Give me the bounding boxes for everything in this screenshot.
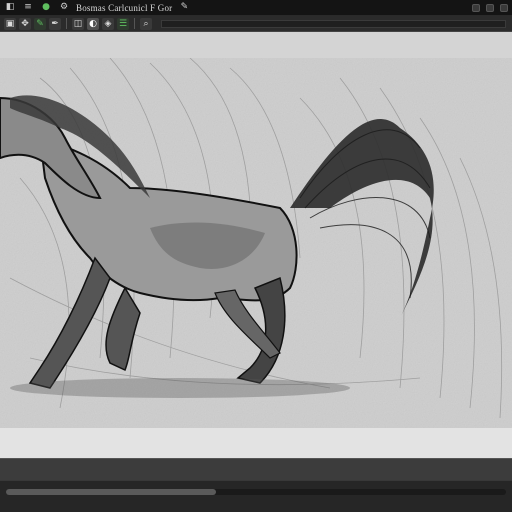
pen-tool-icon[interactable]: ✒ — [49, 17, 61, 30]
minimize-button[interactable] — [472, 3, 480, 12]
brush-icon[interactable]: ✎ — [178, 2, 190, 13]
toolbar-separator — [134, 18, 135, 29]
zoom-tool-icon[interactable]: ⌕ — [140, 17, 152, 30]
sketch-artwork — [0, 58, 512, 428]
options-bar — [161, 19, 506, 28]
color-tool-icon[interactable]: ◐ — [87, 17, 99, 30]
toolbar: ▣ ✥ ✎ ✒ ◫ ◐ ◈ ☰ ⌕ — [0, 16, 512, 32]
layer-tool-icon[interactable]: ☰ — [117, 17, 129, 30]
menu-icon[interactable]: ≡ — [22, 2, 34, 13]
eraser-tool-icon[interactable]: ◫ — [72, 17, 84, 30]
bottom-panel — [0, 480, 512, 512]
drawing-canvas[interactable] — [0, 58, 512, 428]
menubar: ◧ ≡ ● ⚙ Bosmas Carlcunicl F Gor ✎ — [0, 0, 512, 16]
horizontal-scrollbar-thumb[interactable] — [6, 489, 216, 495]
select-tool-icon[interactable]: ▣ — [4, 17, 16, 30]
canvas-bottom-margin — [0, 428, 512, 458]
toolbar-separator — [66, 18, 67, 29]
close-button[interactable] — [500, 3, 508, 12]
green-icon[interactable]: ● — [40, 2, 52, 13]
app-icon[interactable]: ◧ — [4, 2, 16, 13]
settings-icon[interactable]: ⚙ — [58, 2, 70, 13]
ground-shadow — [10, 378, 350, 398]
maximize-button[interactable] — [486, 3, 494, 12]
move-tool-icon[interactable]: ✥ — [19, 17, 31, 30]
window-title: Bosmas Carlcunicl F Gor — [76, 2, 173, 13]
fill-tool-icon[interactable]: ◈ — [102, 17, 114, 30]
status-bar — [0, 458, 512, 480]
canvas-top-margin — [0, 32, 512, 58]
brush-tool-icon[interactable]: ✎ — [34, 17, 46, 30]
